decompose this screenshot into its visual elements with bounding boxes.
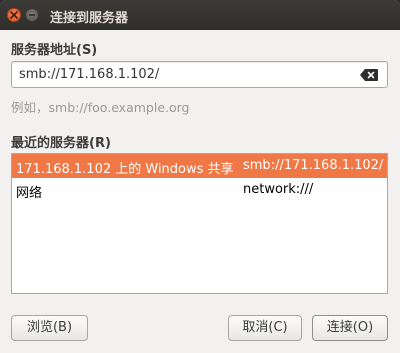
server-url: network:/// [243,182,314,197]
server-name: 171.168.1.102 上的 Windows 共享 [16,162,234,177]
list-item[interactable]: 171.168.1.102 上的 Windows 共享 smb://171.16… [12,154,387,178]
connect-to-server-dialog: 连接到服务器 服务器地址(S) smb://171.168.1.102/ 例如，… [0,0,400,353]
recent-servers-list: 171.168.1.102 上的 Windows 共享 smb://171.16… [11,153,388,294]
browse-button[interactable]: 浏览(B) [11,315,88,341]
minimize-button[interactable] [25,8,39,22]
title-bar: 连接到服务器 [0,0,400,30]
minimize-icon [29,14,35,16]
server-name: 网络 [16,186,43,201]
list-item[interactable]: 网络 network:/// [12,178,387,202]
recent-servers-label: 最近的服务器(R) [11,136,111,151]
close-button[interactable] [7,8,21,22]
server-address-label: 服务器地址(S) [11,43,98,58]
close-icon [10,11,18,19]
cancel-button[interactable]: 取消(C) [228,315,302,341]
server-url: smb://171.168.1.102/ [243,158,384,173]
server-address-input[interactable]: smb://171.168.1.102/ [11,61,388,88]
window-title: 连接到服务器 [50,11,129,26]
connect-button[interactable]: 连接(O) [312,315,388,341]
address-example-hint: 例如，smb://foo.example.org [11,100,190,115]
server-address-value: smb://171.168.1.102/ [19,67,160,82]
backspace-clear-icon[interactable] [360,69,378,81]
